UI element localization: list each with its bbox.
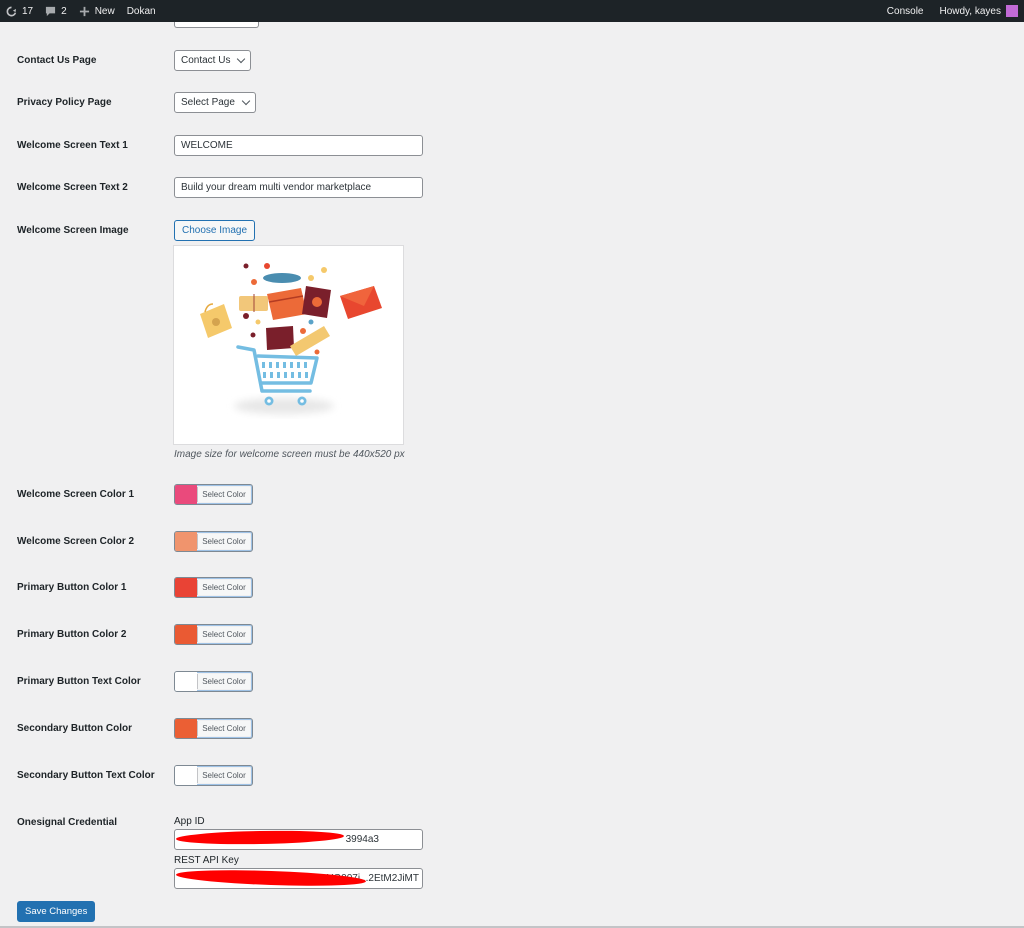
color-setting-label: Primary Button Color 2 [17, 629, 127, 640]
color-swatch [175, 766, 197, 785]
color-setting-label: Secondary Button Color [17, 723, 133, 734]
contact-us-page-label: Contact Us Page [17, 55, 97, 66]
color-setting-label: Secondary Button Text Color [17, 770, 155, 781]
app-id-value: 3994a3 [345, 834, 379, 845]
account-menu[interactable]: Howdy, kayes [933, 0, 1024, 22]
select-color-label: Select Color [197, 674, 250, 689]
updates-count: 17 [22, 5, 34, 17]
welcome-text-2-value: Build your dream multi vendor marketplac… [181, 182, 372, 193]
plus-icon [79, 6, 89, 16]
app-id-label: App ID [174, 816, 205, 827]
new-content-link[interactable]: New [73, 0, 121, 22]
welcome-image-label: Welcome Screen Image [17, 225, 129, 236]
color-setting-label: Primary Button Color 1 [17, 582, 127, 593]
onesignal-label: Onesignal Credential [17, 817, 118, 828]
select-color-label: Select Color [197, 487, 250, 502]
save-changes-button[interactable]: Save Changes [17, 901, 96, 922]
color-swatch [175, 625, 197, 644]
color-swatch [175, 672, 197, 691]
color-picker-button[interactable]: Select Color [174, 624, 253, 645]
color-picker-button[interactable]: Select Color [174, 671, 253, 692]
color-picker-button[interactable]: Select Color [174, 484, 253, 505]
site-link[interactable]: Dokan [121, 0, 162, 22]
howdy-label: Howdy, kayes [939, 5, 1001, 17]
color-picker-button[interactable]: Select Color [174, 765, 253, 786]
welcome-image-preview [173, 245, 404, 445]
avatar [1006, 5, 1018, 17]
console-label: Console [886, 5, 924, 17]
site-label: Dokan [126, 5, 156, 17]
privacy-policy-page-select[interactable]: Select Page [174, 92, 256, 113]
select-color-label: Select Color [197, 627, 250, 642]
contact-us-page-select[interactable]: Contact Us [174, 50, 252, 71]
select-color-label: Select Color [197, 534, 250, 549]
select-color-label: Select Color [197, 768, 250, 783]
color-picker-button[interactable]: Select Color [174, 531, 253, 552]
updates-icon [6, 6, 17, 16]
rest-api-key-label: REST API Key [174, 855, 239, 866]
comment-icon [46, 6, 56, 16]
comments-link[interactable]: 2 [39, 0, 73, 22]
console-link[interactable]: Console [881, 0, 934, 22]
chevron-down-icon [241, 96, 251, 106]
shopping-cart-illustration [200, 263, 382, 414]
color-picker-button[interactable]: Select Color [174, 577, 253, 598]
color-picker-button[interactable]: Select Color [174, 718, 253, 739]
privacy-policy-page-label: Privacy Policy Page [17, 97, 112, 108]
chevron-down-icon [237, 54, 246, 64]
new-label: New [94, 5, 115, 17]
comments-count: 2 [61, 5, 67, 17]
welcome-text-2-input[interactable]: Build your dream multi vendor marketplac… [174, 177, 423, 198]
color-swatch [175, 719, 197, 738]
choose-image-button[interactable]: Choose Image [174, 220, 256, 241]
color-swatch [175, 532, 197, 551]
image-size-help: Image size for welcome screen must be 44… [174, 449, 405, 460]
privacy-policy-page-value: Select Page [181, 97, 235, 108]
select-color-label: Select Color [197, 721, 250, 736]
color-setting-label: Welcome Screen Color 1 [17, 489, 135, 500]
updates-link[interactable]: 17 [0, 0, 39, 22]
admin-bar: 17 2 New Dokan Console Howdy, kayes [0, 0, 1024, 22]
color-setting-label: Primary Button Text Color [17, 676, 141, 687]
color-setting-label: Welcome Screen Color 2 [17, 536, 135, 547]
color-swatch [175, 578, 197, 597]
welcome-text-2-label: Welcome Screen Text 2 [17, 182, 128, 193]
select-color-label: Select Color [197, 580, 250, 595]
welcome-text-1-value: WELCOME [181, 140, 233, 151]
welcome-text-1-label: Welcome Screen Text 1 [17, 140, 128, 151]
contact-us-page-value: Contact Us [181, 55, 231, 66]
welcome-text-1-input[interactable]: WELCOME [174, 135, 423, 156]
color-swatch [175, 485, 197, 504]
